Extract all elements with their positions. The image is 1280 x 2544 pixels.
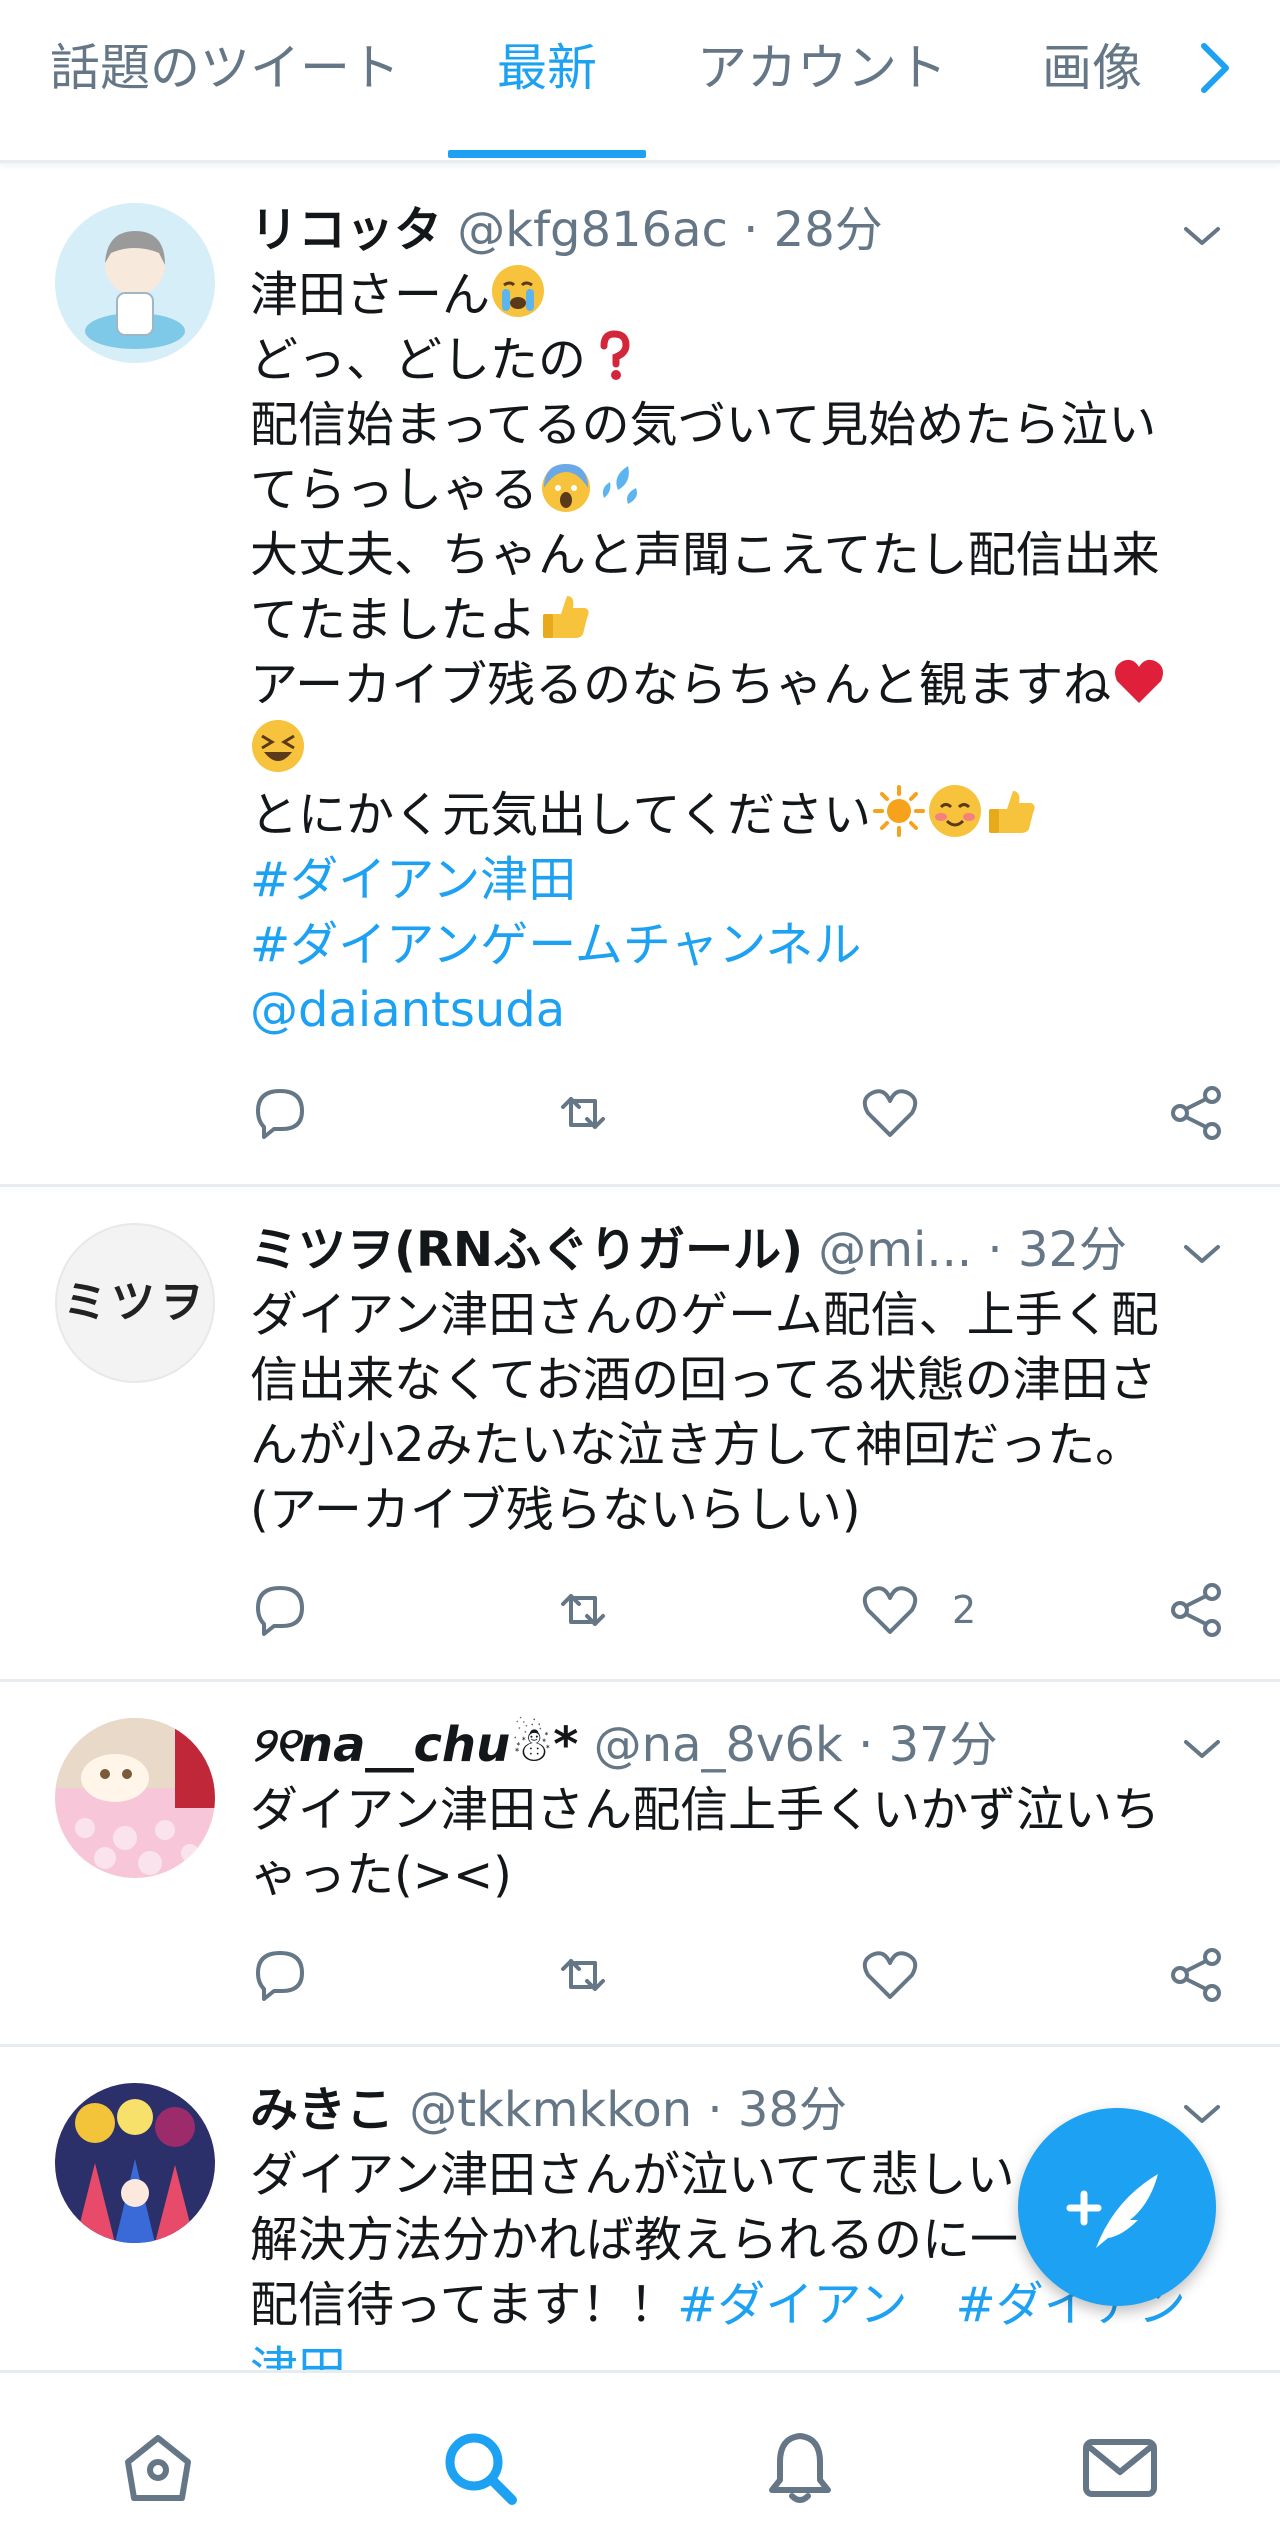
tweet-line: 信出来なくてお酒の回ってる状態の津田さ <box>250 1352 1157 1408</box>
tweet-actions <box>0 1945 1280 2015</box>
mention-link[interactable]: @daiantsuda <box>250 978 1210 1043</box>
search-icon[interactable] <box>440 2428 520 2508</box>
chevron-right-icon[interactable] <box>1190 38 1240 98</box>
tweet-line: どっ、どしたの <box>250 328 1210 393</box>
blushing-face-icon <box>929 785 982 837</box>
crying-face-icon <box>492 265 545 317</box>
laughing-face-icon <box>252 720 304 772</box>
reply-icon[interactable] <box>250 1580 310 1640</box>
tweet-line: 津田さーん <box>250 263 1210 328</box>
tab-top-tweets[interactable]: 話題のツイート <box>50 0 400 160</box>
retweet-icon[interactable] <box>553 1580 613 1640</box>
thumbs-up-icon <box>989 791 1035 833</box>
avatar[interactable] <box>55 1718 215 1878</box>
tweet-line: ゃった(><) <box>250 1847 512 1903</box>
tweet-line: アーカイブ残るのならちゃんと観ますね <box>250 653 1210 718</box>
tab-images[interactable]: 画像 <box>1042 0 1142 160</box>
retweet-icon[interactable] <box>553 1945 613 2005</box>
tweet-text: 津田さーん どっ、どしたの 配信始まってるの気づいて見始めたら泣い てらっしゃる 大丈夫… <box>250 263 1210 1043</box>
chevron-down-icon[interactable] <box>1180 1239 1224 1269</box>
chevron-down-icon[interactable] <box>1180 221 1224 251</box>
share-icon[interactable] <box>1166 1580 1226 1640</box>
reply-icon[interactable] <box>250 1945 310 2005</box>
bottom-navigation <box>0 2370 1280 2544</box>
avatar[interactable] <box>55 2083 215 2243</box>
question-mark-icon <box>600 330 630 380</box>
bell-icon[interactable] <box>760 2428 840 2508</box>
avatar[interactable] <box>55 203 215 363</box>
tweet-line: ダイアン津田さんのゲーム配信、上手く配 <box>250 1287 1159 1343</box>
tweet-header: ୨୧na__chu☃︎* @na_8v6k · 37分 <box>250 1710 998 1780</box>
tweet-line: ダイアン津田さん配信上手くいかず泣いち <box>250 1782 1161 1838</box>
hashtag-link[interactable]: #ダイアン津田 <box>250 848 1210 913</box>
tweet-line: てたましたよ <box>250 588 1210 653</box>
sun-icon <box>873 785 926 837</box>
display-name[interactable]: ミツヲ(RNふぐりガール) <box>250 1222 803 1278</box>
tweet-line: 大丈夫、ちゃんと声聞こえてたし配信出来 <box>250 527 1160 583</box>
tweet-line: 配信始まってるの気づいて見始めたら泣い <box>250 397 1157 453</box>
hashtag-link[interactable]: #ダイアンゲームチャンネル <box>250 913 1210 978</box>
hashtag-link[interactable]: 津田 <box>250 2338 1210 2370</box>
username: @mi... <box>818 1222 973 1278</box>
tweet-line <box>250 718 1210 783</box>
tab-latest[interactable]: 最新 <box>497 0 597 160</box>
display-name[interactable]: みきこ <box>250 2082 394 2138</box>
tweet-text: ダイアン津田さんのゲーム配信、上手く配 信出来なくてお酒の回ってる状態の津田さ んが… <box>250 1283 1210 1543</box>
like-count: 2 <box>952 1588 977 1632</box>
tweet-header: ミツヲ(RNふぐりガール) @mi... · 32分 <box>250 1215 1127 1285</box>
share-icon[interactable] <box>1166 1083 1226 1143</box>
sweat-droplets-icon <box>602 466 638 504</box>
tweet-text: ダイアン津田さん配信上手くいかず泣いち ゃった(><) <box>250 1778 1210 1908</box>
heart-icon[interactable] <box>860 1083 920 1143</box>
username: @tkkmkkon <box>409 2082 693 2138</box>
thumbs-up-icon <box>542 596 589 638</box>
username: @kfg816ac <box>457 202 728 258</box>
heart-icon[interactable] <box>860 1945 920 2005</box>
active-tab-indicator <box>448 150 646 158</box>
search-tabs: 話題のツイート 最新 アカウント 画像 <box>0 0 1280 163</box>
tweet-line: んが小2みたいな泣き方して神回だった。 <box>250 1417 1144 1473</box>
hashtag-link[interactable]: #ダイアン <box>677 2277 907 2333</box>
heart-icon[interactable] <box>860 1580 920 1640</box>
tweet-line: てらっしゃる <box>250 458 1210 523</box>
tweet-actions <box>0 1083 1280 1153</box>
screaming-face-icon <box>542 464 591 512</box>
tweet-actions: 2 <box>0 1580 1280 1650</box>
tweet-header: リコッタ @kfg816ac · 28分 <box>250 195 883 265</box>
compose-tweet-icon <box>1066 2174 1158 2248</box>
timestamp: · 37分 <box>858 1717 998 1773</box>
tweet-line: (アーカイブ残らないらしい) <box>250 1482 861 1538</box>
red-heart-icon <box>1115 659 1164 703</box>
share-icon[interactable] <box>1166 1945 1226 2005</box>
tab-accounts[interactable]: アカウント <box>697 0 947 160</box>
retweet-icon[interactable] <box>553 1083 613 1143</box>
timestamp: · 38分 <box>707 2082 847 2138</box>
tweet-header: みきこ @tkkmkkon · 38分 <box>250 2075 847 2145</box>
timestamp: · 28分 <box>743 202 883 258</box>
tweet-line: とにかく元気出してください <box>250 783 1210 848</box>
reply-icon[interactable] <box>250 1083 310 1143</box>
timestamp: · 32分 <box>987 1222 1128 1278</box>
avatar[interactable]: ミツヲ <box>55 1223 215 1383</box>
mail-icon[interactable] <box>1080 2428 1160 2508</box>
tweet-item[interactable]: ミツヲ ミツヲ(RNふぐりガール) @mi... · 32分 ダイアン津田さんの… <box>0 1187 1280 1682</box>
tweet-item[interactable]: ୨୧na__chu☃︎* @na_8v6k · 37分 ダイアン津田さん配信上手… <box>0 1682 1280 2047</box>
tweet-item[interactable]: リコッタ @kfg816ac · 28分 津田さーん どっ、どしたの 配信始まってる… <box>0 163 1280 1187</box>
display-name[interactable]: リコッタ <box>250 202 442 258</box>
username: @na_8v6k <box>593 1717 843 1773</box>
home-icon[interactable] <box>118 2428 198 2508</box>
chevron-down-icon[interactable] <box>1180 1734 1224 1764</box>
compose-tweet-button[interactable] <box>1018 2108 1216 2306</box>
display-name[interactable]: ୨୧na__chu☃︎* <box>250 1717 578 1773</box>
